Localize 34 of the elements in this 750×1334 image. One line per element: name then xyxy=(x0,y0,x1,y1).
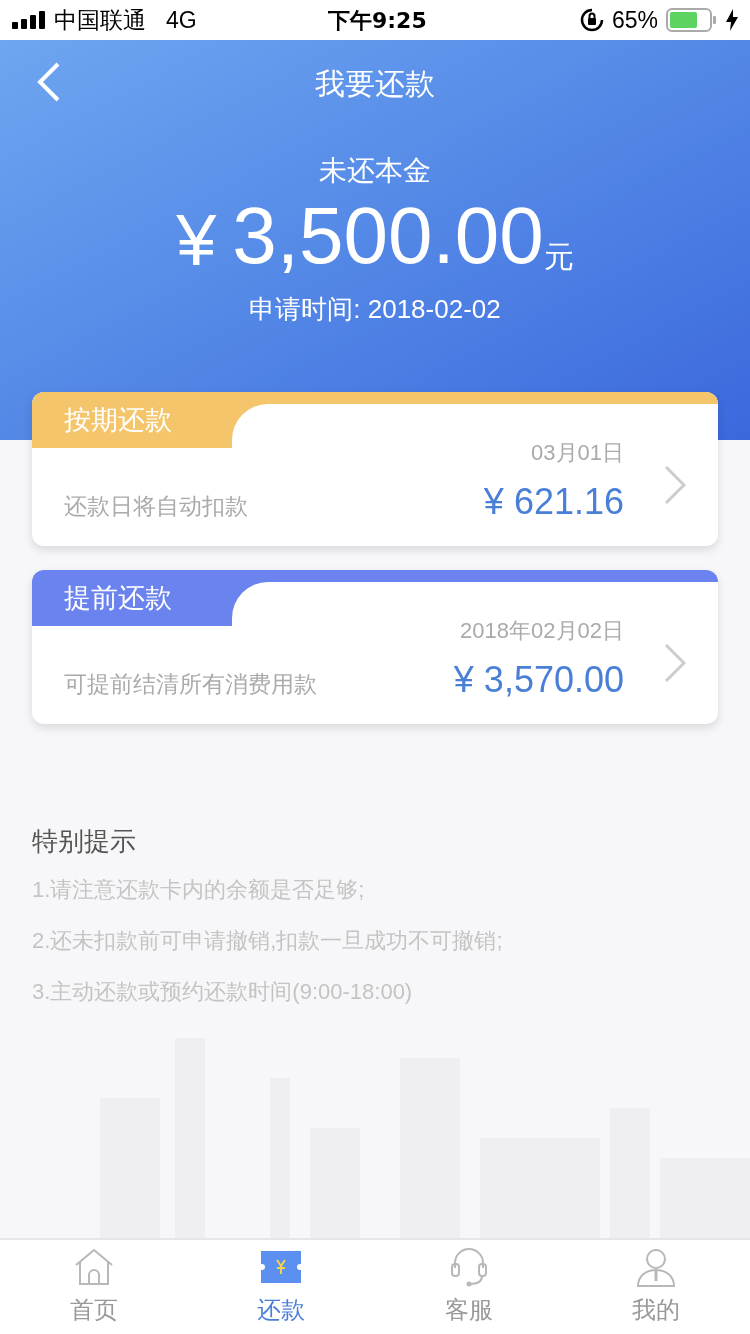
page-title: 我要还款 xyxy=(315,65,435,102)
repay-amount: ¥ 621.16 xyxy=(483,479,624,524)
tab-item[interactable]: 我的 xyxy=(562,1240,750,1334)
battery-icon xyxy=(666,8,718,32)
plan-tag: 提前还款 xyxy=(32,570,232,626)
person-icon xyxy=(635,1246,678,1288)
charging-icon xyxy=(726,9,738,31)
rotation-lock-icon xyxy=(579,8,604,32)
network-type: 4G xyxy=(166,5,197,35)
chevron-right-icon xyxy=(664,643,686,683)
due-date: 2018年02月02日 xyxy=(460,616,624,645)
tips-title: 特别提示 xyxy=(32,825,137,858)
status-time: 下午9:25 xyxy=(328,6,427,35)
principal-label: 未还本金 xyxy=(319,154,431,188)
tab-item[interactable]: 客服 xyxy=(375,1240,563,1334)
signal-icon xyxy=(12,11,46,29)
plan-tag: 按期还款 xyxy=(32,392,232,448)
repayment-card[interactable]: 按期还款 还款日将自动扣款 03月01日 ¥ 621.16 xyxy=(32,392,718,546)
apply-date: 申请时间: 2018-02-02 xyxy=(249,293,501,326)
chevron-right-icon xyxy=(664,465,686,505)
headset-icon xyxy=(448,1246,489,1288)
back-button[interactable] xyxy=(36,62,62,102)
principal-amount: ¥ 3,500.00元 xyxy=(176,196,574,276)
repay-amount: ¥ 3,570.00 xyxy=(453,657,624,702)
carrier-name: 中国联通 xyxy=(54,5,146,35)
battery-percent: 65% xyxy=(611,5,658,35)
plan-description: 还款日将自动扣款 xyxy=(64,491,248,521)
repayment-card[interactable]: 提前还款 可提前结清所有消费用款 2018年02月02日 ¥ 3,570.00 xyxy=(32,570,718,724)
plan-description: 可提前结清所有消费用款 xyxy=(64,669,317,699)
back-icon xyxy=(36,62,62,102)
tab-item[interactable]: 首页 xyxy=(0,1240,188,1334)
tab-item[interactable]: 还款 xyxy=(187,1240,375,1334)
ticket-icon xyxy=(260,1250,303,1284)
due-date: 03月01日 xyxy=(531,438,624,467)
